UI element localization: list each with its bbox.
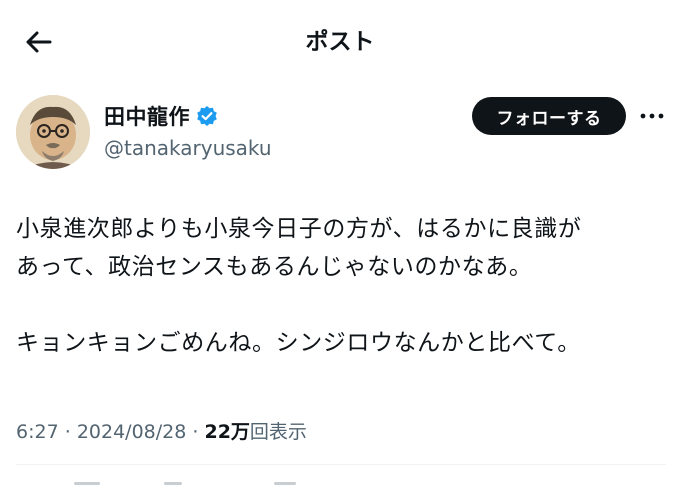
- more-options-button[interactable]: [636, 101, 668, 131]
- post-date[interactable]: 2024/08/28: [77, 421, 187, 443]
- tweet-text: 小泉進次郎よりも小泉今日子の方が、はるかに良識が あって、政治センスもあるんじゃ…: [16, 210, 666, 362]
- cropped-action-mark: [274, 482, 296, 485]
- post-time[interactable]: 6:27: [16, 421, 59, 443]
- avatar[interactable]: [16, 95, 90, 169]
- page-title: ポスト: [305, 29, 375, 55]
- tweet-metadata: 6:27 · 2024/08/28 · 22万回表示: [16, 418, 307, 446]
- name-row: 田中龍作: [104, 101, 218, 131]
- action-bar-cropped: [16, 478, 666, 489]
- follow-button[interactable]: フォローする: [472, 97, 626, 135]
- avatar-portrait-image: [16, 95, 90, 169]
- views-label: 回表示: [249, 421, 307, 443]
- top-bar: ポスト: [0, 0, 680, 82]
- tweet-line: 小泉進次郎よりも小泉今日子の方が、はるかに良識が: [16, 216, 582, 242]
- meta-separator: ·: [192, 421, 199, 443]
- verified-badge-icon: [196, 105, 218, 127]
- tweet-line: あって、政治センスもあるんじゃないのかなあ。: [16, 254, 533, 280]
- display-name[interactable]: 田中龍作: [104, 101, 190, 131]
- user-handle[interactable]: @tanakaryusaku: [104, 135, 272, 161]
- tweet-paragraph-gap: [16, 286, 666, 324]
- cropped-action-mark: [74, 482, 100, 485]
- author-header: 田中龍作 @tanakaryusaku フォローする: [16, 95, 666, 175]
- tweet-line: キョンキョンごめんね。シンジロウなんかと比べて。: [16, 330, 581, 356]
- more-horizontal-icon: [640, 113, 664, 119]
- cropped-action-mark: [164, 482, 182, 485]
- divider: [16, 464, 666, 465]
- meta-separator: ·: [64, 421, 71, 443]
- views-count: 22万: [204, 421, 250, 443]
